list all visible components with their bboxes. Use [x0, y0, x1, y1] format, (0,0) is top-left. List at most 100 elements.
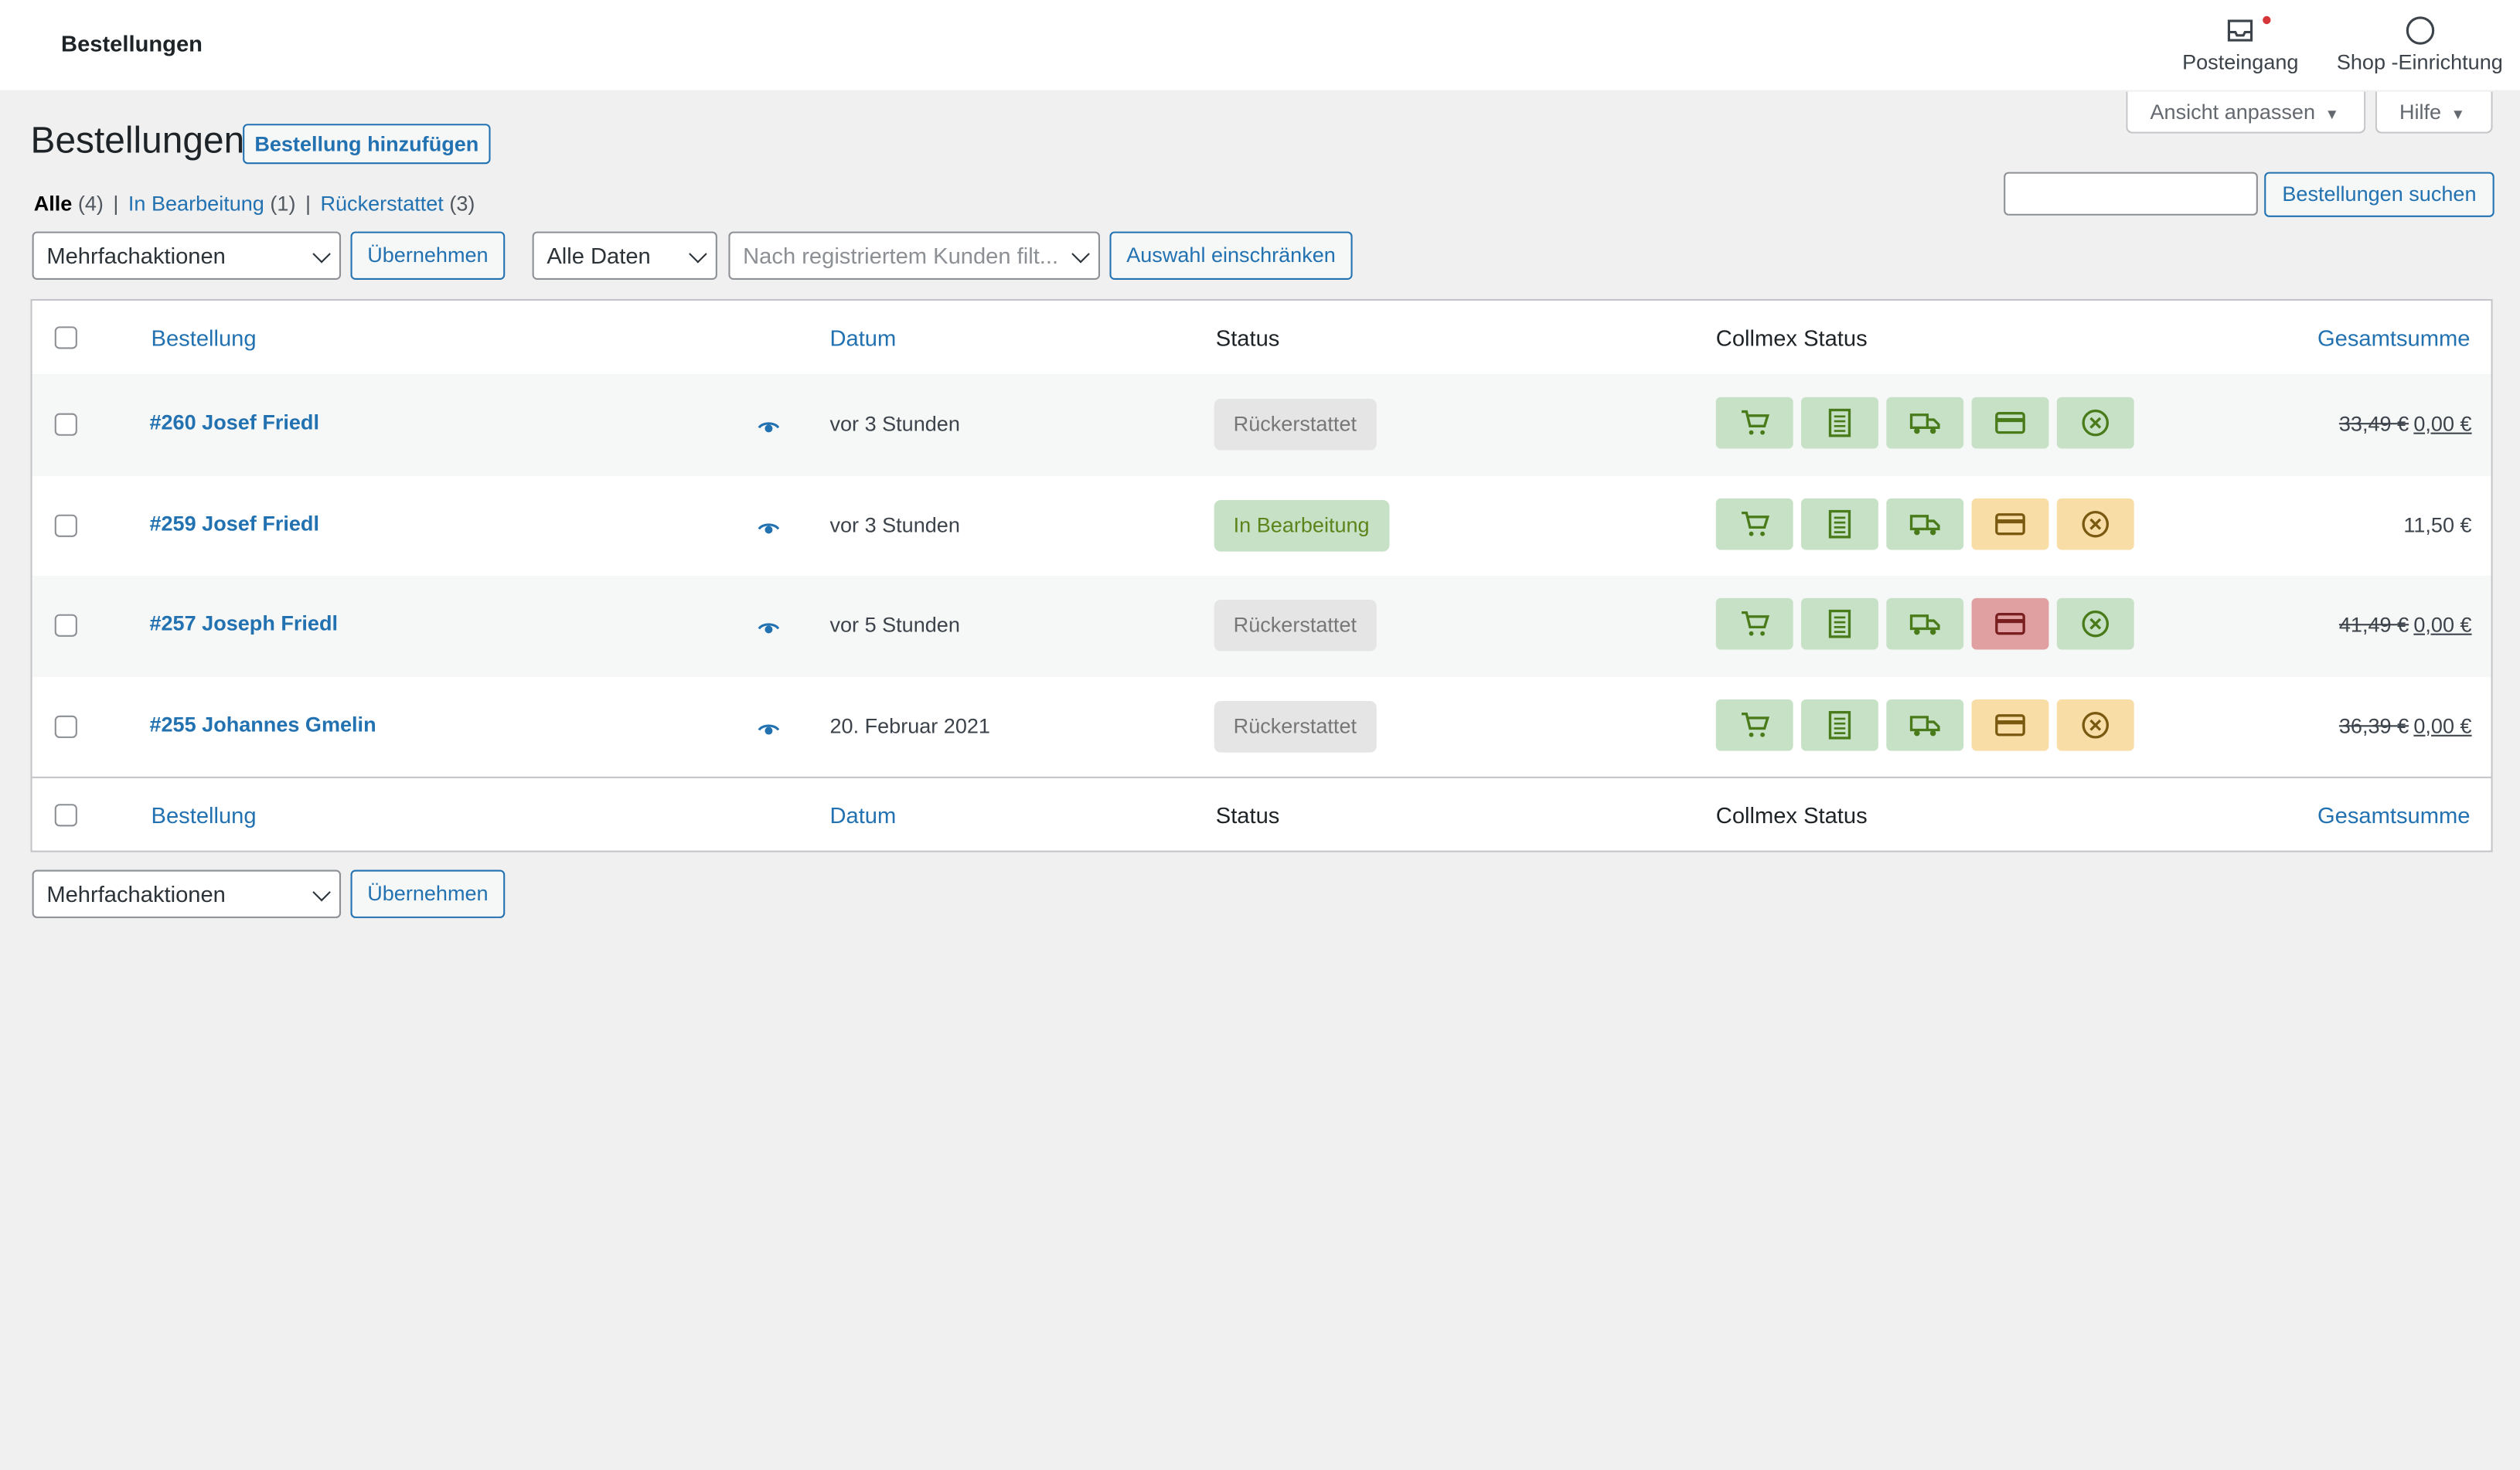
preview-eye-icon[interactable] — [758, 716, 780, 745]
apply-bulk-button-bottom[interactable]: Übernehmen — [350, 869, 506, 918]
cart-icon — [1742, 510, 1770, 536]
invoice-icon — [1828, 509, 1851, 538]
collmex-cart-button[interactable] — [1715, 497, 1793, 550]
filter-processing-link[interactable]: In Bearbeitung — [128, 192, 264, 216]
bulk-actions-select[interactable]: Mehrfachaktionen — [32, 231, 342, 280]
screen-options-label: Ansicht anpassen — [2150, 99, 2315, 124]
filter-refunded-link[interactable]: Rückerstattet — [320, 192, 443, 216]
cancel-circle-icon — [2082, 710, 2110, 738]
inbox-button[interactable]: Posteingang — [2182, 15, 2298, 74]
order-link[interactable]: #260 Josef Friedl — [149, 410, 318, 434]
bulk-actions-select-bottom[interactable]: Mehrfachaktionen — [32, 869, 342, 918]
filter-button[interactable]: Auswahl einschränken — [1109, 231, 1353, 280]
collmex-credit-card-button[interactable] — [1971, 698, 2049, 750]
row-checkbox[interactable] — [54, 413, 77, 436]
row-checkbox[interactable] — [54, 714, 77, 737]
collmex-cart-button[interactable] — [1715, 698, 1793, 750]
collmex-truck-button[interactable] — [1886, 497, 1964, 550]
collmex-cancel-circle-button[interactable] — [2056, 497, 2134, 550]
top-bar: Bestellungen Posteingang Shop -Einrichtu… — [0, 0, 2520, 90]
collmex-cart-button[interactable] — [1715, 597, 1793, 650]
row-checkbox[interactable] — [54, 614, 77, 637]
inbox-icon — [2182, 15, 2298, 50]
credit-card-icon — [1995, 713, 2025, 736]
filter-all-link[interactable]: Alle — [34, 192, 73, 216]
truck-icon — [1909, 614, 1940, 635]
column-order[interactable]: Bestellung — [152, 325, 257, 350]
order-date: vor 3 Stunden — [829, 512, 960, 536]
column-total[interactable]: Gesamtsumme — [2317, 802, 2470, 828]
order-total: 41,49 €0,00 € — [2339, 613, 2472, 637]
collmex-cancel-circle-button[interactable] — [2056, 597, 2134, 650]
collmex-credit-card-button[interactable] — [1971, 497, 2049, 550]
column-collmex-status: Collmex Status — [1715, 802, 1868, 829]
row-checkbox[interactable] — [54, 513, 77, 536]
notification-dot — [2263, 15, 2271, 25]
top-bar-title: Bestellungen — [61, 30, 203, 56]
collmex-credit-card-button[interactable] — [1971, 597, 2049, 650]
chevron-down-icon — [312, 244, 331, 264]
chevron-down-icon — [312, 883, 331, 902]
collmex-cart-button[interactable] — [1715, 396, 1793, 449]
table-row: #255 Johannes Gmelin 20. Februar 2021 Rü… — [32, 676, 2491, 777]
order-link[interactable]: #259 Josef Friedl — [149, 511, 318, 535]
collmex-invoice-button[interactable] — [1801, 497, 1878, 550]
column-total[interactable]: Gesamtsumme — [2317, 325, 2470, 350]
add-order-button[interactable]: Bestellung hinzufügen — [243, 124, 491, 165]
date-filter-select[interactable]: Alle Daten — [532, 231, 717, 280]
order-total: 36,39 €0,00 € — [2339, 713, 2472, 737]
cancel-circle-icon — [2082, 409, 2110, 437]
order-date: 20. Februar 2021 — [829, 713, 990, 737]
collmex-truck-button[interactable] — [1886, 597, 1964, 650]
setup-button[interactable]: Shop -Einrichtung — [2337, 15, 2503, 74]
collmex-invoice-button[interactable] — [1801, 396, 1878, 449]
help-label: Hilfe — [2399, 99, 2442, 124]
cart-icon — [1742, 410, 1770, 435]
order-total: 33,49 €0,00 € — [2339, 412, 2472, 436]
invoice-icon — [1828, 709, 1851, 739]
table-row: #260 Josef Friedl vor 3 Stunden Rückerst… — [32, 374, 2491, 475]
collmex-invoice-button[interactable] — [1801, 698, 1878, 750]
order-link[interactable]: #257 Joseph Friedl — [149, 611, 338, 635]
collmex-cancel-circle-button[interactable] — [2056, 698, 2134, 750]
original-total: 41,49 € — [2338, 612, 2409, 637]
help-button[interactable]: Hilfe ▼ — [2375, 91, 2493, 134]
preview-eye-icon[interactable] — [758, 616, 780, 645]
column-date[interactable]: Datum — [829, 802, 896, 828]
status-badge: Rückerstattet — [1214, 700, 1376, 752]
screen-options-button[interactable]: Ansicht anpassen ▼ — [2126, 91, 2366, 134]
table-row: #257 Joseph Friedl vor 5 Stunden Rückers… — [32, 575, 2491, 676]
status-filter-links: Alle (4) | In Bearbeitung (1) | Rückerstatte… — [33, 191, 475, 216]
collmex-credit-card-button[interactable] — [1971, 396, 2049, 449]
search-input[interactable] — [2004, 172, 2258, 216]
collmex-cancel-circle-button[interactable] — [2056, 396, 2134, 449]
triangle-down-icon: ▼ — [2450, 106, 2466, 123]
triangle-down-icon: ▼ — [2324, 106, 2340, 123]
credit-card-icon — [1995, 512, 2025, 535]
collmex-invoice-button[interactable] — [1801, 597, 1878, 650]
credit-card-icon — [1995, 613, 2025, 635]
column-status: Status — [1215, 325, 1280, 351]
cancel-circle-icon — [2082, 610, 2110, 638]
refunded-total: 0,00 € — [2413, 713, 2472, 737]
truck-icon — [1909, 514, 1940, 535]
chevron-down-icon — [689, 244, 707, 264]
collmex-truck-button[interactable] — [1886, 698, 1964, 750]
net-total: 11,50 € — [2403, 512, 2472, 536]
order-link[interactable]: #255 Johannes Gmelin — [149, 712, 376, 736]
invoice-icon — [1828, 408, 1851, 437]
select-all-checkbox[interactable] — [54, 804, 77, 827]
customer-filter-select[interactable]: Nach registriertem Kunden filt... — [728, 231, 1100, 280]
preview-eye-icon[interactable] — [758, 415, 780, 444]
select-all-checkbox[interactable] — [54, 326, 77, 349]
orders-table: Bestellung Datum Status Collmex Status G… — [30, 298, 2493, 852]
search-orders-button[interactable]: Bestellungen suchen — [2264, 172, 2494, 217]
cart-icon — [1742, 611, 1770, 636]
column-date[interactable]: Datum — [829, 325, 896, 350]
apply-bulk-button[interactable]: Übernehmen — [350, 231, 506, 280]
refunded-total: 0,00 € — [2413, 612, 2472, 637]
status-badge: In Bearbeitung — [1214, 499, 1389, 551]
column-order[interactable]: Bestellung — [152, 802, 257, 828]
collmex-truck-button[interactable] — [1886, 396, 1964, 449]
preview-eye-icon[interactable] — [758, 516, 780, 544]
